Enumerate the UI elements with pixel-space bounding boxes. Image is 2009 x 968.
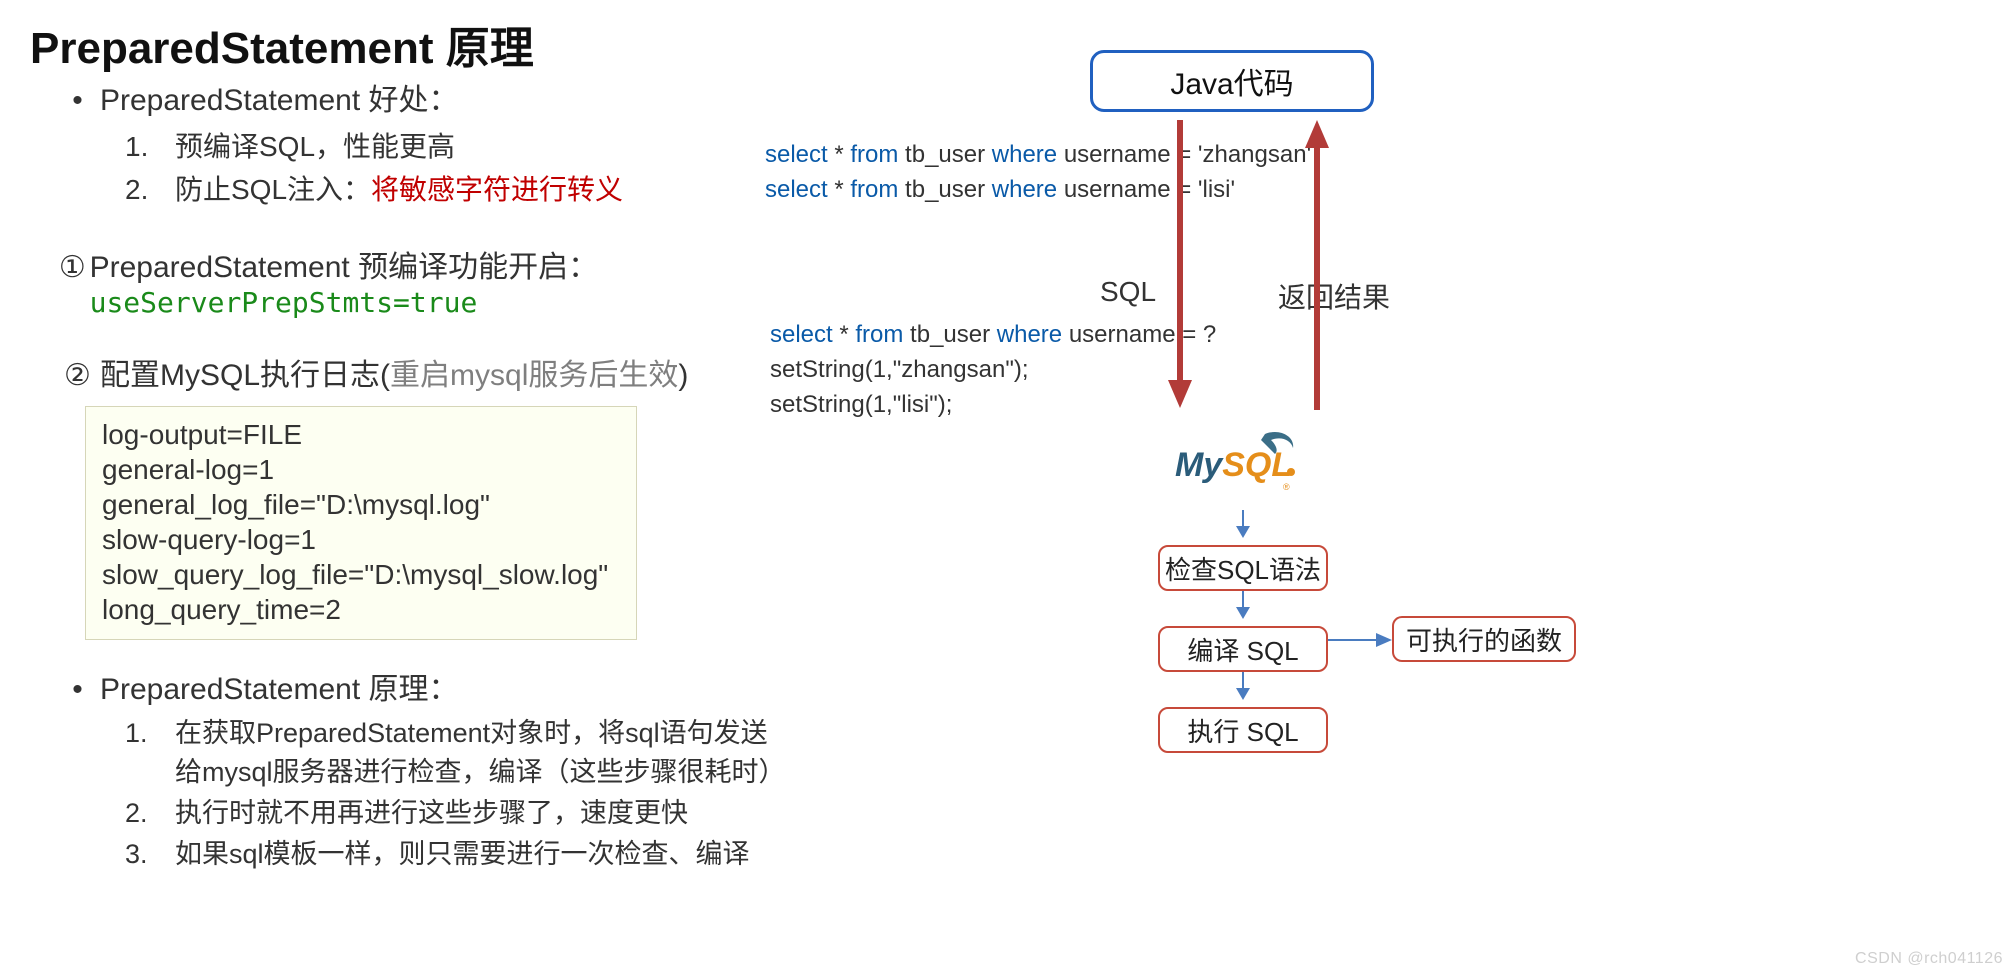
arrow-up-icon	[1302, 120, 1332, 410]
step2-number: ②	[55, 358, 100, 393]
mysql-logo-svg: MySQL ®	[1175, 428, 1305, 498]
list-number: 2.	[125, 794, 175, 833]
config-line: general_log_file="D:\mysql.log"	[102, 487, 620, 522]
step-check-sql: 检查SQL语法	[1158, 545, 1328, 591]
executable-function-box: 可执行的函数	[1392, 616, 1576, 662]
step1-row: ① PreparedStatement 预编译功能开启： useServerPr…	[55, 242, 785, 320]
step2-prefix: 配置MySQL执行日志(	[100, 359, 390, 392]
sql-line: select * from tb_user where username = '…	[765, 138, 1311, 173]
config-line: slow_query_log_file="D:\mysql_slow.log"	[102, 557, 620, 592]
sql-keyword: where	[997, 321, 1062, 348]
left-column: • PreparedStatement 好处： 1. 预编译SQL，性能更高 2…	[55, 75, 785, 876]
step1-content: PreparedStatement 预编译功能开启： useServerPrep…	[90, 242, 785, 320]
principle-text: 如果sql模板一样，则只需要进行一次检查、编译	[175, 835, 785, 874]
sql-text: username = 'lisi'	[1057, 176, 1235, 203]
step-execute-sql: 执行 SQL	[1158, 707, 1328, 753]
sql-line: select * from tb_user where username = ?	[770, 318, 1216, 353]
benefit-text: 预编译SQL，性能更高	[175, 125, 455, 168]
sql-keyword: where	[992, 176, 1057, 203]
diagram: Java代码 select * from tb_user where usern…	[760, 40, 1960, 940]
config-line: log-output=FILE	[102, 417, 620, 452]
sql-keyword: where	[992, 141, 1057, 168]
sql-line: select * from tb_user where username = '…	[765, 173, 1311, 208]
step-compile-sql: 编译 SQL	[1158, 626, 1328, 672]
page-title: PreparedStatement 原理	[30, 12, 534, 76]
principle-text: 执行时就不用再进行这些步骤了，速度更快	[175, 794, 785, 833]
principle-text: 在获取PreparedStatement对象时，将sql语句发送给mysql服务…	[175, 714, 785, 792]
benefits-heading: PreparedStatement 好处：	[100, 75, 459, 119]
list-number: 1.	[125, 714, 175, 753]
benefit-item-2: 2. 防止SQL注入：将敏感字符进行转义	[125, 168, 785, 211]
sql-line: setString(1,"zhangsan");	[770, 353, 1216, 388]
sql-keyword: select	[770, 321, 833, 348]
step2-gray: 重启mysql服务后生效	[390, 359, 678, 392]
arrow-small-down-icon	[1158, 672, 1328, 702]
list-number: 3.	[125, 835, 175, 874]
sql-text: tb_user	[903, 321, 996, 348]
watermark: CSDN @rch041126	[1855, 950, 2003, 968]
mysql-logo: MySQL ®	[1175, 428, 1305, 503]
list-number: 2.	[125, 168, 175, 211]
sql-label: SQL	[1100, 276, 1156, 308]
sql-text: *	[833, 321, 856, 348]
benefit-red-text: 将敏感字符进行转义	[371, 174, 623, 205]
step1-code: useServerPrepStmts=true	[90, 286, 478, 319]
benefits-list: 1. 预编译SQL，性能更高 2. 防止SQL注入：将敏感字符进行转义	[125, 125, 785, 212]
step2-suffix: )	[678, 359, 688, 392]
mysql-r-icon: ®	[1283, 482, 1290, 492]
sql-text: *	[828, 141, 851, 168]
arrow-down-icon	[1165, 120, 1195, 410]
principle-heading: PreparedStatement 原理：	[100, 664, 459, 708]
config-box: log-output=FILE general-log=1 general_lo…	[85, 406, 637, 640]
sql-keyword: from	[850, 176, 898, 203]
java-code-box: Java代码	[1090, 50, 1374, 112]
list-number: 1.	[125, 125, 175, 168]
arrow-small-down-icon	[1158, 591, 1328, 621]
sql-text: tb_user	[898, 141, 991, 168]
bullet-dot: •	[55, 673, 100, 707]
sql-text: *	[828, 176, 851, 203]
sql-line: setString(1,"lisi");	[770, 388, 1216, 423]
benefit-prefix: 防止SQL注入：	[175, 174, 371, 205]
sql-block-direct: select * from tb_user where username = '…	[765, 138, 1311, 208]
step1-number: ①	[55, 250, 90, 285]
principle-item-3: 3. 如果sql模板一样，则只需要进行一次检查、编译	[125, 835, 785, 874]
mysql-text: MySQL	[1175, 446, 1292, 484]
mysql-dot-icon	[1287, 468, 1295, 476]
principle-item-1: 1. 在获取PreparedStatement对象时，将sql语句发送给mysq…	[125, 714, 785, 792]
sql-keyword: select	[765, 141, 828, 168]
sql-keyword: from	[850, 141, 898, 168]
benefits-heading-row: • PreparedStatement 好处：	[55, 75, 785, 119]
sql-block-prepared: select * from tb_user where username = ?…	[770, 318, 1216, 422]
principle-list: 1. 在获取PreparedStatement对象时，将sql语句发送给mysq…	[125, 714, 785, 875]
config-line: slow-query-log=1	[102, 522, 620, 557]
sql-keyword: from	[855, 321, 903, 348]
arrow-right-icon	[1328, 628, 1394, 652]
return-label: 返回结果	[1278, 276, 1390, 316]
step1-text: PreparedStatement 预编译功能开启：	[90, 251, 599, 284]
sql-text: tb_user	[898, 176, 991, 203]
bullet-dot: •	[55, 84, 100, 118]
sql-keyword: select	[765, 176, 828, 203]
config-line: general-log=1	[102, 452, 620, 487]
config-line: long_query_time=2	[102, 592, 620, 627]
step2-row: ② 配置MySQL执行日志(重启mysql服务后生效)	[55, 350, 785, 394]
arrow-small-down-icon	[1158, 510, 1328, 540]
benefit-text: 防止SQL注入：将敏感字符进行转义	[175, 168, 623, 211]
benefit-item-1: 1. 预编译SQL，性能更高	[125, 125, 785, 168]
principle-heading-row: • PreparedStatement 原理：	[55, 664, 785, 708]
step2-content: 配置MySQL执行日志(重启mysql服务后生效)	[100, 350, 688, 394]
principle-item-2: 2. 执行时就不用再进行这些步骤了，速度更快	[125, 794, 785, 833]
step-column: 检查SQL语法 编译 SQL 执行 SQL	[1158, 510, 1328, 753]
